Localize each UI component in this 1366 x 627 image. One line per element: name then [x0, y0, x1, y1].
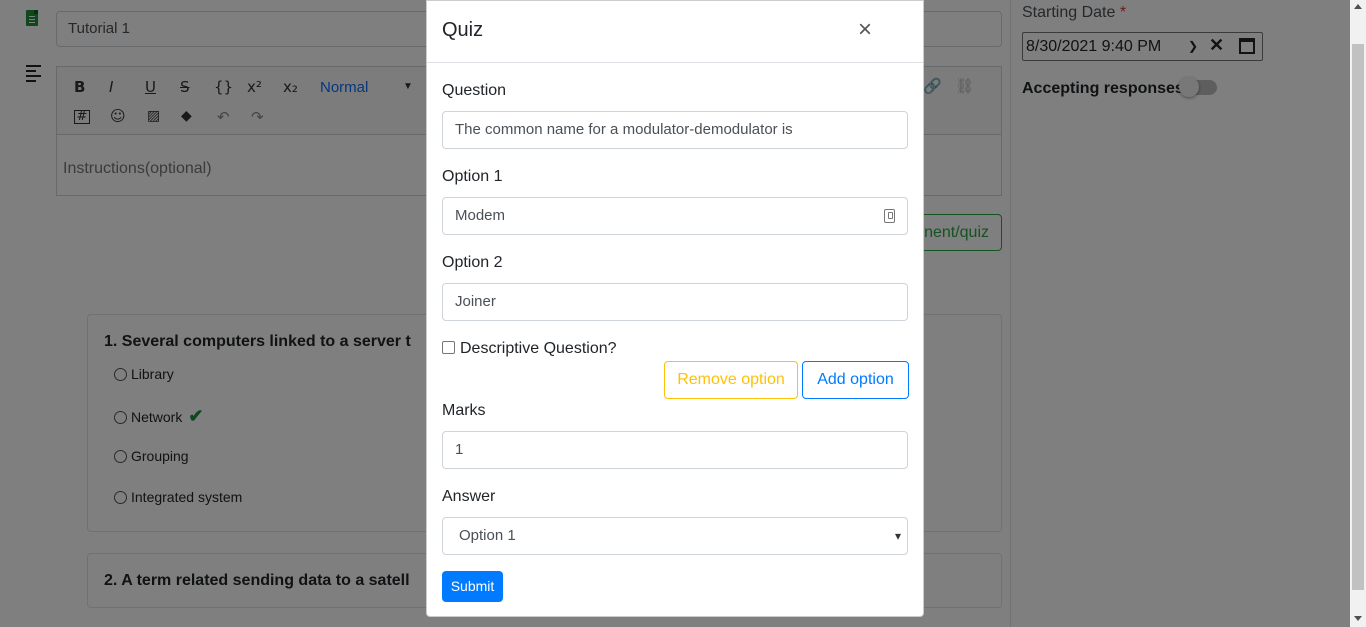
- chevron-down-icon: ▾: [894, 529, 901, 543]
- autofill-icon[interactable]: [884, 209, 895, 223]
- scroll-down-icon[interactable]: [1354, 616, 1362, 621]
- quiz-modal: Quiz × Question The common name for a mo…: [426, 0, 924, 617]
- descriptive-question-label: Descriptive Question?: [460, 340, 617, 357]
- question-input[interactable]: The common name for a modulator-demodula…: [442, 111, 908, 149]
- option2-input[interactable]: Joiner: [442, 283, 908, 321]
- question-label: Question: [442, 82, 507, 99]
- submit-button[interactable]: Submit: [442, 571, 503, 602]
- scrollbar-thumb[interactable]: [1352, 44, 1364, 590]
- marks-label: Marks: [442, 402, 486, 419]
- descriptive-question-checkbox-row[interactable]: Descriptive Question?: [442, 340, 617, 358]
- marks-input[interactable]: 1: [442, 431, 908, 469]
- answer-label: Answer: [442, 488, 496, 505]
- remove-option-button[interactable]: Remove option: [664, 361, 798, 399]
- option2-label: Option 2: [442, 254, 503, 271]
- descriptive-question-checkbox[interactable]: [442, 341, 455, 354]
- scroll-up-icon[interactable]: [1354, 4, 1362, 9]
- option1-input[interactable]: Modem: [442, 197, 908, 235]
- option1-label: Option 1: [442, 168, 503, 185]
- answer-select[interactable]: Option 1 ▾: [442, 517, 908, 555]
- close-icon[interactable]: ×: [855, 17, 875, 43]
- modal-header: Quiz ×: [427, 1, 923, 63]
- page-scrollbar[interactable]: [1350, 0, 1366, 627]
- add-option-button[interactable]: Add option: [802, 361, 909, 399]
- modal-title: Quiz: [442, 19, 484, 41]
